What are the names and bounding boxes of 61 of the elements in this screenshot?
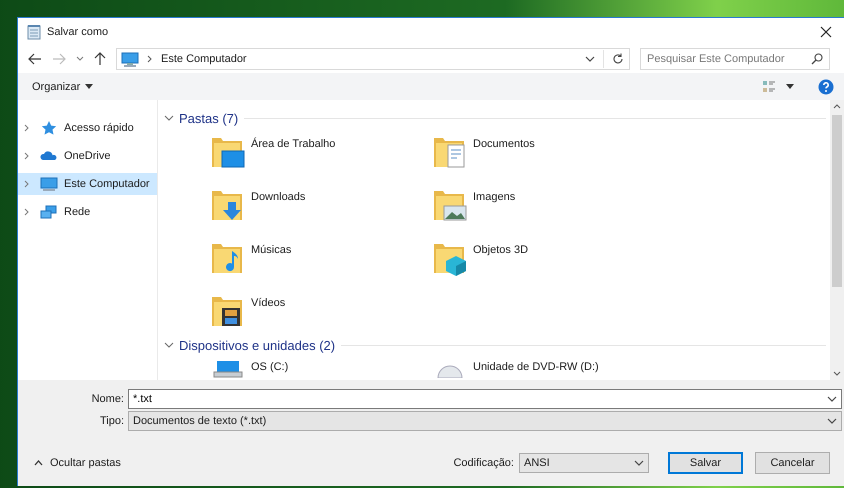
dropdown-caret-icon: [827, 418, 837, 424]
file-type-dropdown[interactable]: Documentos de texto (*.txt): [128, 411, 842, 431]
caret-up-icon: [34, 460, 43, 466]
drive-icon: [213, 360, 243, 378]
view-options-icon[interactable]: [762, 80, 776, 94]
collapse-chevron-icon: [164, 341, 174, 349]
folder-tile[interactable]: Downloads: [210, 188, 432, 225]
field-label: Codificação:: [453, 457, 514, 469]
chevron-icon: [147, 55, 153, 63]
group-header[interactable]: Dispositivos e unidades (2): [164, 338, 336, 352]
address-bar[interactable]: Este Computador: [116, 48, 630, 70]
window-title: Salvar como: [47, 26, 108, 38]
computer-icon: [40, 176, 58, 192]
refresh-icon[interactable]: [612, 53, 624, 65]
chevron-icon[interactable]: [24, 208, 30, 216]
back-arrow-icon[interactable]: [28, 53, 42, 65]
star-icon: [40, 120, 58, 136]
computer-icon: [121, 52, 139, 66]
collapse-chevron-icon: [164, 114, 174, 122]
folder-tile[interactable]: Vídeos: [210, 294, 432, 331]
close-icon[interactable]: [820, 26, 832, 38]
up-arrow-icon[interactable]: [94, 52, 106, 66]
folder-tile[interactable]: OS (C:): [210, 358, 432, 378]
caret-icon[interactable]: [786, 84, 794, 89]
search-icon: [811, 53, 823, 65]
scrollbar[interactable]: [830, 100, 844, 380]
notepad-icon: [27, 24, 41, 40]
dropdown-caret-icon: [634, 460, 644, 466]
scroll-up-icon[interactable]: [833, 104, 841, 109]
chevron-icon[interactable]: [24, 152, 30, 160]
search-field[interactable]: Pesquisar Este Computador: [640, 48, 830, 70]
scroll-down-icon[interactable]: [833, 371, 841, 376]
dropdown-caret-icon[interactable]: [585, 56, 595, 62]
recent-caret-icon[interactable]: [76, 56, 84, 62]
cancel-button[interactable]: Cancelar: [755, 452, 830, 474]
folder-tile[interactable]: Documentos: [432, 135, 654, 172]
cube-folder-icon: [432, 241, 468, 277]
encoding-dropdown[interactable]: ANSI: [519, 453, 649, 473]
save-button[interactable]: Salvar: [668, 452, 743, 474]
folder-tile[interactable]: Objetos 3D: [432, 241, 654, 278]
organize-menu-button[interactable]: Organizar: [28, 78, 98, 94]
sidebar-item[interactable]: Rede: [18, 201, 157, 223]
group-header[interactable]: Pastas (7): [164, 110, 238, 126]
chevron-icon[interactable]: [24, 124, 30, 132]
breadcrumb-item[interactable]: Este Computador: [161, 53, 247, 65]
field-label: Tipo:: [98, 415, 124, 427]
field-label: Nome:: [90, 393, 124, 405]
caret-icon: [85, 84, 94, 89]
dropdown-caret-icon: [827, 396, 837, 402]
folder-tile[interactable]: Músicas: [210, 241, 432, 278]
network-icon: [40, 204, 58, 220]
sidebar-item[interactable]: OneDrive: [18, 145, 157, 167]
folder-tile[interactable]: Área de Trabalho: [210, 135, 432, 172]
sidebar-item[interactable]: Acesso rápido: [18, 117, 157, 139]
folder-tile[interactable]: Imagens: [432, 188, 654, 225]
scrollbar-thumb[interactable]: [832, 115, 842, 287]
help-icon[interactable]: [818, 78, 834, 94]
hide-folders-button[interactable]: Ocultar pastas: [28, 456, 127, 470]
sidebar-item[interactable]: Este Computador: [18, 173, 157, 195]
folder-tile[interactable]: Unidade de DVD-RW (D:): [432, 358, 654, 378]
chevron-icon[interactable]: [24, 180, 30, 188]
